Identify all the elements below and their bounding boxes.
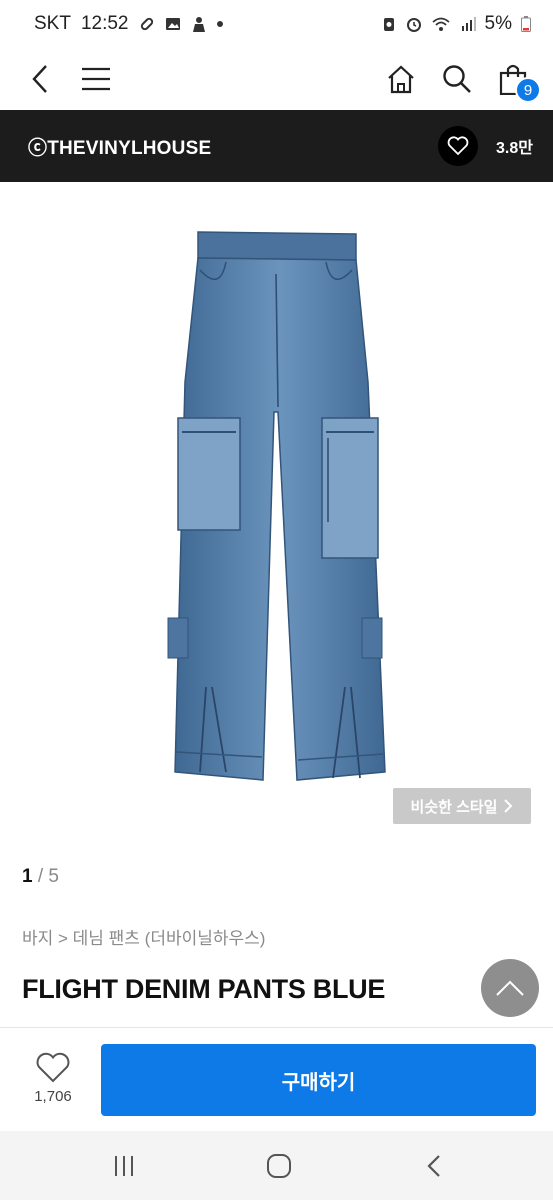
chevron-up-icon: [496, 980, 524, 996]
back-button[interactable]: [18, 57, 62, 101]
pager-current: 1: [22, 866, 33, 887]
buy-button[interactable]: 구매하기: [101, 1044, 536, 1116]
status-bar: SKT 12:52 5%: [0, 0, 553, 48]
back-chevron-icon: [427, 1155, 440, 1177]
signal-icon: [461, 17, 476, 31]
product-like-button[interactable]: 1,706: [22, 1052, 84, 1105]
wifi-icon: [431, 17, 450, 31]
home-icon: [388, 65, 414, 94]
home-button[interactable]: [379, 57, 423, 101]
system-home-button[interactable]: [262, 1149, 296, 1183]
menu-button[interactable]: [74, 57, 118, 101]
cart-count-badge: 9: [515, 77, 541, 103]
scroll-top-button[interactable]: [481, 959, 539, 1017]
heart-icon: [447, 136, 469, 156]
app-header: 9: [0, 48, 553, 110]
back-icon: [32, 65, 47, 93]
cart-button[interactable]: 9: [491, 57, 541, 103]
pager-total: 5: [48, 866, 59, 887]
heart-outline-icon: [36, 1052, 70, 1083]
recent-apps-icon: [115, 1156, 133, 1176]
battery-saver-icon: [383, 18, 394, 31]
similar-style-button[interactable]: 비슷한 스타일: [393, 788, 531, 824]
clock: 12:52: [80, 13, 129, 34]
battery-icon: [521, 16, 531, 32]
brand-bar[interactable]: ⓒTHEVINYLHOUSE 3.8만: [0, 110, 553, 182]
purchase-bar: 1,706 구매하기: [0, 1027, 553, 1131]
carrier: SKT: [34, 13, 71, 34]
recent-apps-button[interactable]: [107, 1149, 141, 1183]
brand-likes: 3.8만: [438, 126, 533, 166]
system-back-button[interactable]: [417, 1149, 451, 1183]
menu-icon: [82, 67, 110, 91]
similar-style-label: 비슷한 스타일: [410, 798, 498, 816]
person-icon: [192, 17, 205, 32]
dot-icon: [216, 21, 223, 27]
brand-name[interactable]: ⓒTHEVINYLHOUSE: [28, 133, 211, 160]
product-like-count: 1,706: [34, 1088, 72, 1105]
gallery-icon: [165, 18, 180, 30]
brand-like-button[interactable]: [438, 126, 479, 166]
battery-percent: 5%: [484, 13, 512, 34]
pager-separator: /: [37, 866, 44, 887]
home-circle-icon: [267, 1154, 291, 1178]
status-right: 5%: [381, 13, 531, 35]
status-left: SKT 12:52: [34, 13, 223, 35]
link-icon: [140, 17, 153, 31]
chevron-right-icon: [504, 799, 513, 813]
product-photo-jeans: [167, 231, 386, 781]
search-icon: [443, 65, 471, 93]
brand-like-count: 3.8만: [496, 140, 533, 157]
nav-actions: 9: [379, 57, 541, 103]
product-title: FLIGHT DENIM PANTS BLUE: [22, 974, 386, 1004]
breadcrumb[interactable]: 바지 > 데님 팬츠 (더바이닐하우스): [22, 924, 265, 949]
image-pager: 1 / 5: [22, 866, 59, 888]
search-button[interactable]: [435, 57, 479, 101]
alarm-icon: [406, 18, 421, 32]
system-nav-bar: [0, 1131, 553, 1200]
product-image[interactable]: [0, 182, 553, 842]
